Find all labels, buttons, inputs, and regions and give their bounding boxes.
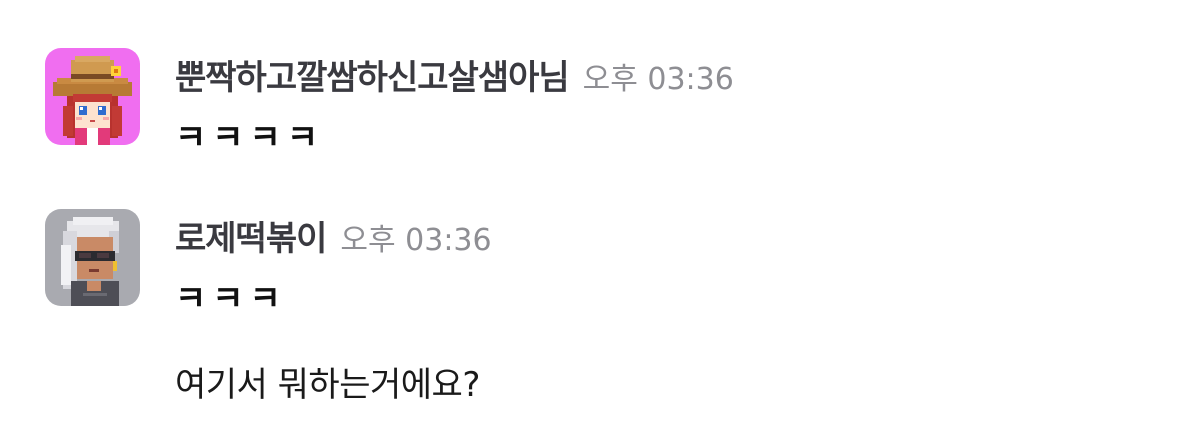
message-text: 여기서 뭐하는거에요? [175,365,480,405]
timestamp: 오후 03:36 [582,62,734,97]
message-header: 뿐짝하고깔쌈하신고살샘아님 오후 03:36 [175,50,734,99]
message-text: ㅋㅋㅋㅋ [175,118,325,158]
sunglasses-character-avatar-icon[interactable] [45,209,140,306]
username[interactable]: 로제떡볶이 [175,211,327,260]
message-text: ㅋㅋㅋ [175,279,287,319]
message-header: 로제떡볶이 오후 03:36 [175,211,492,260]
straw-hat-girl-avatar-icon[interactable] [45,48,140,145]
username[interactable]: 뿐짝하고깔쌈하신고살샘아님 [175,50,570,99]
chat-message-list: 뿐짝하고깔쌈하신고살샘아님 오후 03:36 ㅋㅋㅋㅋ 로제떡볶이 오후 03:… [0,0,1200,442]
timestamp: 오후 03:36 [340,223,492,258]
